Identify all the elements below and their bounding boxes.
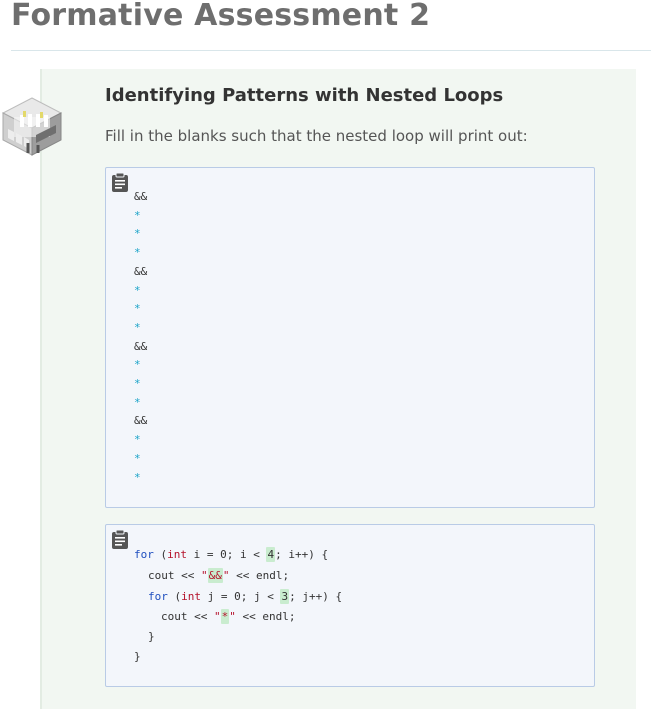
code-text: i = 0; i < [187, 548, 267, 561]
keyword-for: for [148, 590, 168, 603]
code-text: cout << [161, 610, 214, 623]
blank-inner-limit[interactable]: 3 [280, 589, 290, 604]
output-line-star: * [134, 208, 141, 222]
clipboard-icon[interactable] [111, 172, 129, 193]
string-quote: " [229, 610, 236, 623]
type-int: int [181, 590, 201, 603]
clipboard-icon[interactable] [111, 529, 129, 550]
output-line-amp: && [134, 190, 148, 203]
blank-outer-limit[interactable]: 4 [266, 547, 276, 562]
blank-inner-symbol[interactable]: * [220, 609, 230, 624]
string-quote: " [213, 610, 221, 623]
keyword-for: for [134, 548, 154, 561]
output-line-star: * [134, 451, 141, 465]
string-quote: " [200, 569, 208, 582]
output-line-star: * [134, 358, 141, 372]
page-title: Formative Assessment 2 [11, 0, 431, 33]
code-line-3: for (int j = 0; j < 3; j++) { [148, 589, 343, 604]
output-line-star: * [134, 433, 141, 447]
code-line-2: cout << "&&" << endl; [148, 568, 290, 583]
blank-outer-symbol[interactable]: && [207, 568, 223, 583]
type-int: int [167, 548, 187, 561]
code-text: ; j++) { [289, 590, 343, 603]
code-text: cout << [148, 569, 201, 582]
isometric-cube-icon [1, 97, 63, 156]
exercise-instruction: Fill in the blanks such that the nested … [105, 127, 528, 145]
code-line-1: for (int i = 0; i < 4; i++) { [134, 547, 329, 562]
code-text: << endl; [229, 569, 290, 582]
output-line-star: * [134, 377, 141, 390]
exercise-heading: Identifying Patterns with Nested Loops [105, 85, 504, 106]
title-divider [11, 50, 651, 51]
code-text: ( [153, 548, 168, 561]
code-text: ; i++) { [275, 548, 329, 561]
code-line-6: } [134, 650, 141, 663]
code-line-5: } [148, 630, 155, 643]
code-text: j = 0; j < [201, 590, 281, 603]
card-edge [40, 69, 42, 709]
output-line-star: * [134, 395, 141, 409]
output-line-amp: && [134, 264, 148, 278]
output-line-star: * [134, 320, 141, 334]
output-line-amp: && [134, 339, 148, 353]
code-line-4: cout << "*" << endl; [161, 609, 296, 624]
code-text: << endl; [235, 610, 296, 623]
output-line-star: * [134, 470, 141, 484]
output-line-star: * [134, 227, 141, 241]
expected-output-box: && * * * && * * * && * * * && * * * [105, 167, 595, 508]
output-line-amp: && [134, 414, 148, 428]
output-line-star: * [134, 283, 141, 297]
code-text: ( [167, 590, 182, 603]
output-line-star: * [134, 302, 141, 316]
output-line-star: * [134, 246, 141, 260]
source-code-box: for (int i = 0; i < 4; i++) { cout << "&… [105, 524, 595, 687]
